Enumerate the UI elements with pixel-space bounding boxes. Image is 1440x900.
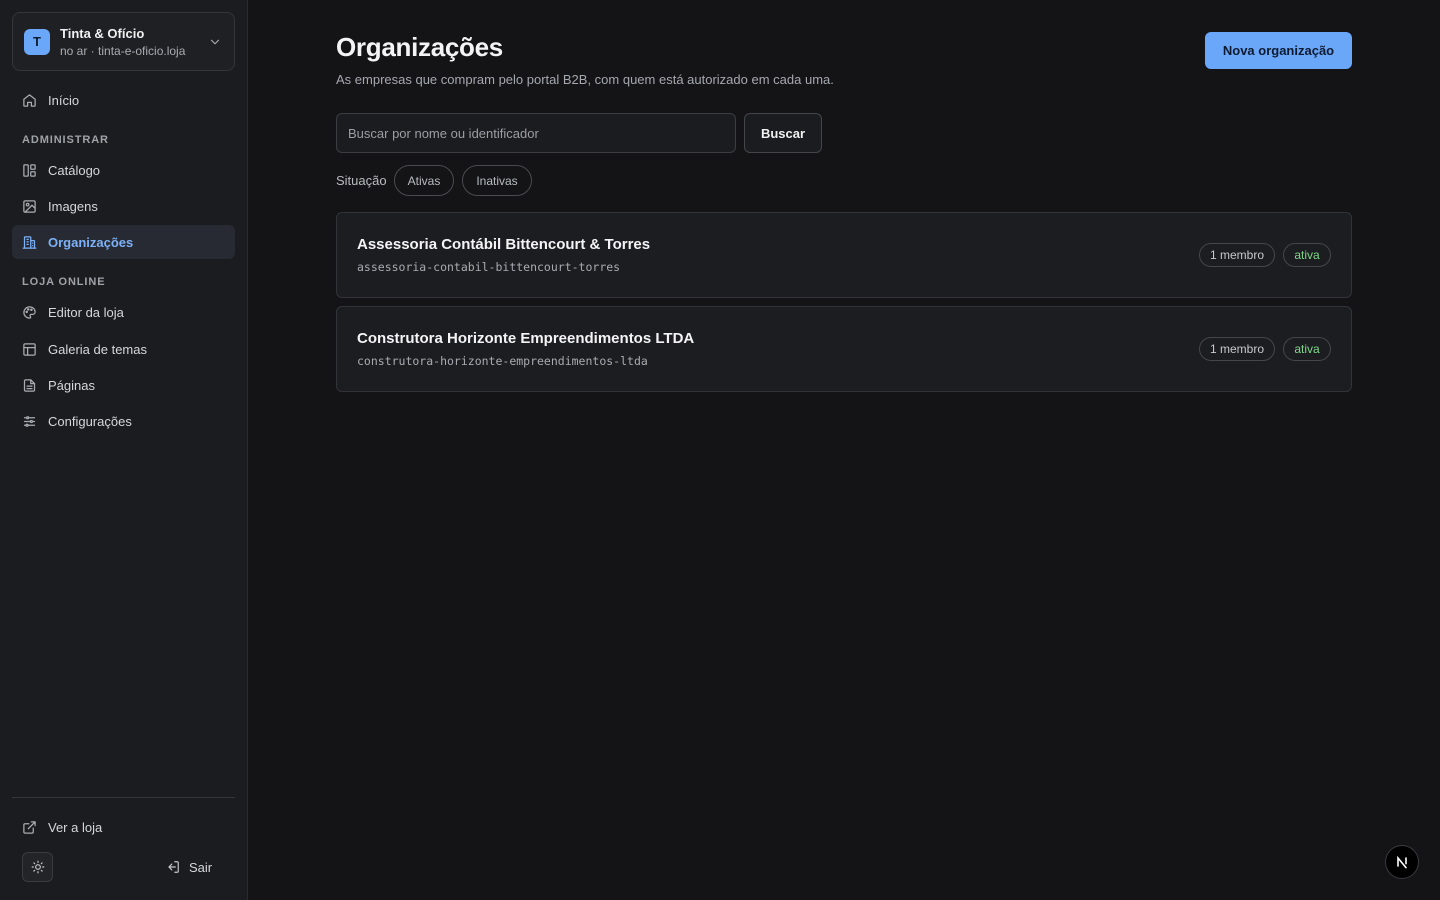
sidebar-item-theme-gallery[interactable]: Galeria de temas [12, 332, 235, 366]
image-icon [23, 199, 36, 213]
filter-chip-active[interactable]: Ativas [394, 165, 454, 196]
sidebar-item-images[interactable]: Imagens [12, 189, 235, 223]
filter-chip-inactive[interactable]: Inativas [462, 165, 532, 196]
store-switcher[interactable]: T Tinta & Ofício no ar · tinta-e-oficio.… [12, 12, 235, 71]
theme-toggle-button[interactable] [22, 852, 53, 882]
logout-button[interactable]: Sair [166, 857, 212, 877]
organization-slug: construtora-horizonte-empreendimentos-lt… [357, 354, 648, 368]
organization-name: Assessoria Contábil Bittencourt & Torres [357, 236, 651, 253]
status-badge: ativa [1283, 243, 1331, 267]
sidebar-item-home[interactable]: Início [12, 83, 235, 117]
sliders-icon [23, 415, 36, 427]
home-icon [23, 93, 36, 107]
sidebar-item-organizations[interactable]: Organizações [12, 225, 235, 259]
sidebar-divider [12, 797, 235, 798]
layout-icon [23, 342, 36, 356]
store-name: Tinta & Ofício [60, 25, 145, 41]
letter-n-logo-icon [1397, 855, 1407, 869]
sidebar-item-label: Imagens [48, 198, 98, 214]
members-badge: 1 membro [1199, 243, 1275, 267]
logout-icon [168, 861, 179, 873]
status-badge: ativa [1283, 337, 1331, 361]
page-title: Organizações [336, 32, 503, 62]
chevron-down-icon [210, 39, 220, 45]
search-button[interactable]: Buscar [744, 113, 822, 153]
new-organization-button[interactable]: Nova organização [1205, 32, 1352, 69]
members-badge: 1 membro [1199, 337, 1275, 361]
status-filter-label: Situação [336, 173, 387, 188]
sidebar-item-label: Organizações [48, 234, 134, 250]
sidebar-item-label: Início [48, 92, 80, 108]
store-avatar: T [24, 28, 50, 55]
organization-card[interactable]: Assessoria Contábil Bittencourt & Torres… [336, 212, 1352, 298]
store-status-domain: no ar · tinta-e-oficio.loja [60, 43, 186, 58]
store-info: Tinta & Ofício no ar · tinta-e-oficio.lo… [60, 26, 206, 58]
nextjs-dev-indicator-icon[interactable] [1385, 845, 1419, 879]
logout-label: Sair [189, 859, 213, 875]
sidebar-item-label: Galeria de temas [48, 341, 147, 357]
search-input[interactable] [336, 113, 736, 153]
view-store-label: Ver a loja [48, 819, 103, 835]
sidebar-item-pages[interactable]: Páginas [12, 368, 235, 402]
sidebar-item-store-editor[interactable]: Editor da loja [12, 295, 235, 329]
file-icon [23, 378, 36, 392]
view-store-link[interactable]: Ver a loja [12, 810, 235, 844]
sidebar-item-label: Páginas [48, 377, 95, 393]
organization-card[interactable]: Construtora Horizonte Empreendimentos LT… [336, 306, 1352, 392]
palette-icon [23, 305, 36, 319]
sidebar-item-label: Editor da loja [48, 304, 124, 320]
sidebar-item-catalog[interactable]: Catálogo [12, 153, 235, 187]
page-subtitle: As empresas que compram pelo portal B2B,… [336, 72, 834, 87]
catalog-icon [23, 163, 36, 177]
organization-slug: assessoria-contabil-bittencourt-torres [357, 260, 621, 274]
building-icon [22, 235, 37, 249]
sidebar: T Tinta & Ofício no ar · tinta-e-oficio.… [0, 0, 248, 900]
sun-icon [31, 860, 44, 874]
external-link-icon [23, 820, 36, 834]
sidebar-item-label: Configurações [48, 413, 132, 429]
sidebar-item-label: Catálogo [48, 162, 101, 178]
section-title-loja-online: LOJA ONLINE [22, 276, 106, 288]
section-title-administrar: ADMINISTRAR [22, 134, 109, 146]
organization-name: Construtora Horizonte Empreendimentos LT… [357, 330, 695, 347]
sidebar-item-settings[interactable]: Configurações [12, 404, 235, 438]
